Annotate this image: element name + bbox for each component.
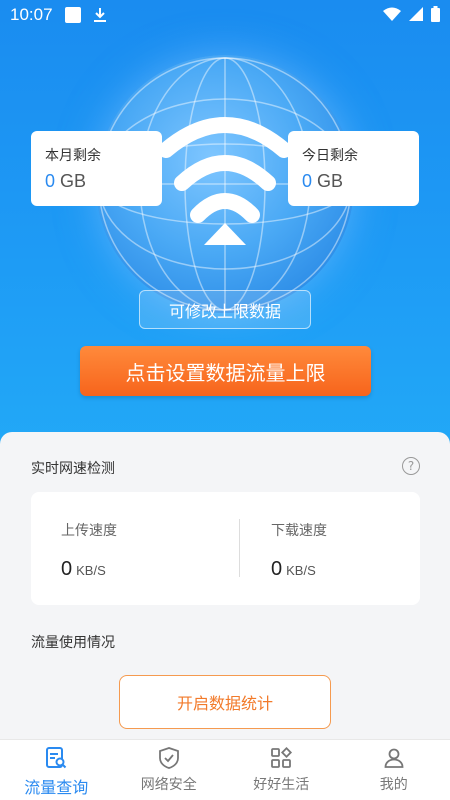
today-remaining-card[interactable]: 今日剩余 0 GB [288, 131, 419, 206]
enable-stats-button[interactable]: 开启数据统计 [119, 675, 331, 729]
divider [239, 519, 240, 577]
download-speed-label: 下载速度 [271, 523, 327, 539]
tab-label: 流量查询 [24, 778, 89, 797]
upload-speed-value: 0 KB/S [61, 558, 106, 580]
user-icon [384, 748, 404, 768]
download-icon [93, 7, 107, 23]
download-speed: 下载速度 0 KB/S [271, 520, 327, 581]
month-remaining-label: 本月剩余 [45, 148, 101, 164]
notification-icon [64, 7, 81, 23]
hero-section: 10:07 本月剩余 0 GB 今日剩余 0 GB 可修改上限数据 点击设置数据… [0, 0, 450, 460]
traffic-query-icon [46, 747, 67, 769]
battery-icon [431, 6, 440, 22]
status-icons [383, 6, 440, 22]
speed-card: 上传速度 0 KB/S 下载速度 0 KB/S [31, 492, 420, 605]
content-panel: 实时网速检测 ? 上传速度 0 KB/S 下载速度 0 KB/S 流量使用情况 开启… [0, 432, 450, 742]
tab-mine[interactable]: 我的 [338, 740, 450, 800]
wifi-signal-icon [383, 7, 401, 21]
cell-signal-icon [409, 7, 423, 21]
speed-section-title: 实时网速检测 [31, 461, 115, 477]
usage-section-title: 流量使用情况 [31, 635, 115, 651]
download-speed-value: 0 KB/S [271, 558, 316, 580]
tab-network-security[interactable]: 网络安全 [113, 740, 226, 800]
help-icon[interactable]: ? [402, 457, 420, 475]
apps-icon [271, 746, 293, 768]
tab-traffic-query[interactable]: 流量查询 [0, 740, 113, 800]
status-bar: 10:07 [0, 0, 450, 30]
edit-limit-button[interactable]: 可修改上限数据 [139, 290, 311, 329]
tab-good-life[interactable]: 好好生活 [225, 740, 338, 800]
month-remaining-value: 0 GB [45, 171, 87, 191]
status-time: 10:07 [10, 5, 53, 24]
today-remaining-value: 0 GB [302, 171, 344, 191]
bottom-tab-bar: 流量查询 网络安全 好好生活 我的 [0, 739, 450, 800]
set-data-limit-button[interactable]: 点击设置数据流量上限 [80, 346, 371, 396]
upload-speed: 上传速度 0 KB/S [61, 520, 117, 581]
tab-label: 我的 [379, 777, 408, 793]
tab-label: 网络安全 [140, 777, 197, 793]
tab-label: 好好生活 [253, 777, 310, 793]
shield-icon [158, 747, 179, 769]
month-remaining-card[interactable]: 本月剩余 0 GB [31, 131, 162, 206]
upload-speed-label: 上传速度 [61, 523, 117, 539]
today-remaining-label: 今日剩余 [302, 148, 358, 164]
